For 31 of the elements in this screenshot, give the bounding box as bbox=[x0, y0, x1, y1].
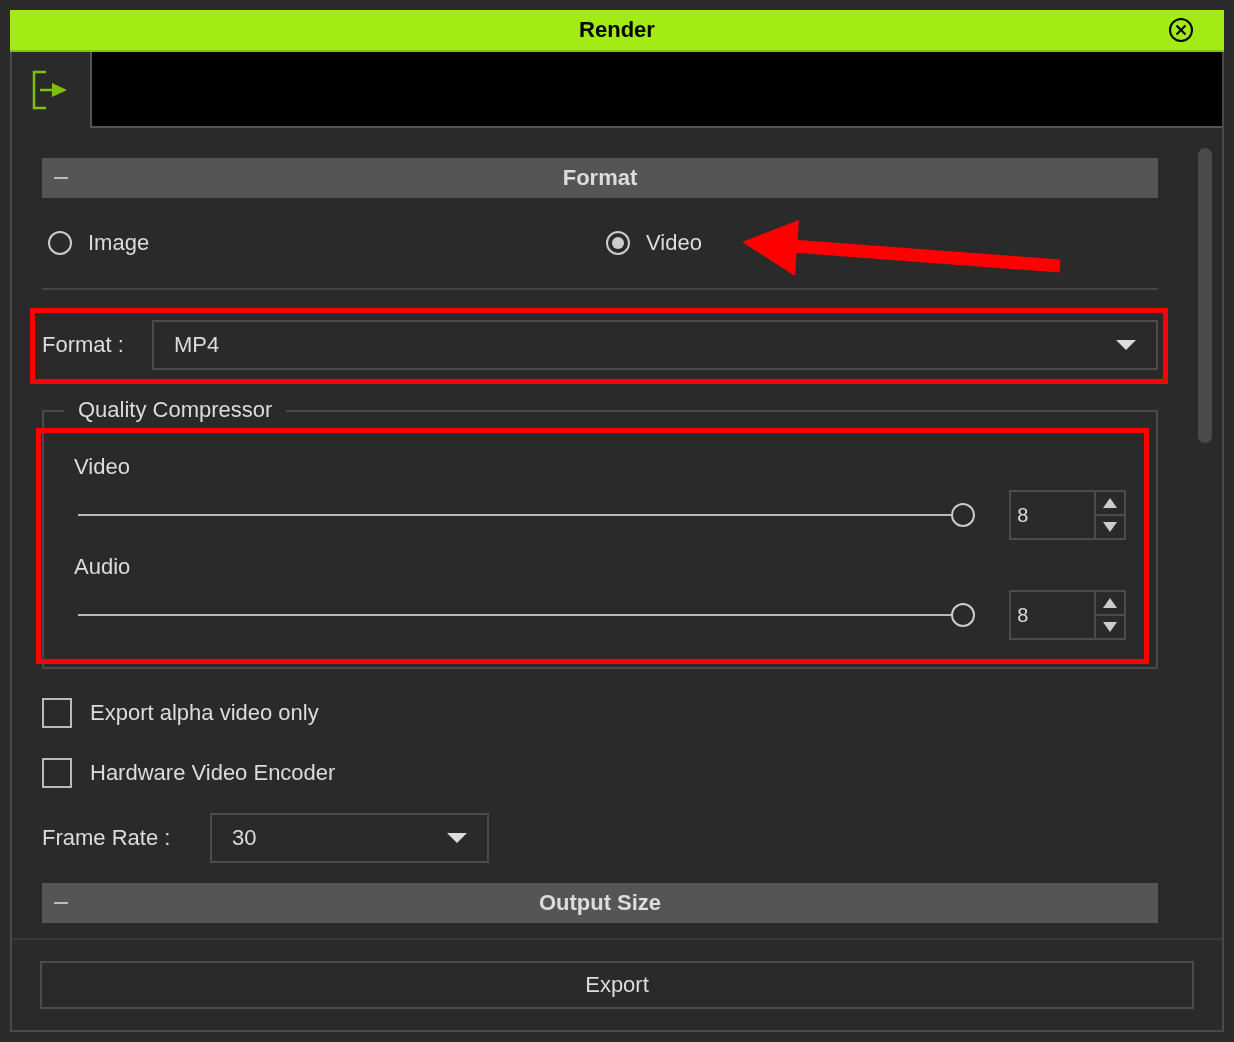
section-header[interactable]: Output Size bbox=[42, 883, 1158, 923]
caret-icon[interactable] bbox=[1116, 340, 1136, 350]
slider-label: Video bbox=[74, 454, 131, 481]
slider-label: Audio bbox=[74, 554, 132, 581]
radio-label[interactable]: Video bbox=[646, 230, 702, 256]
number-spinner[interactable]: 8 bbox=[1009, 590, 1126, 640]
section-header[interactable]: Format bbox=[42, 158, 1158, 198]
checkbox-label[interactable]: Export alpha video only bbox=[90, 700, 319, 726]
checkbox[interactable] bbox=[42, 698, 72, 728]
slider-track[interactable] bbox=[78, 503, 976, 527]
checkbox-label[interactable]: Hardware Video Encoder bbox=[90, 760, 336, 786]
dropdown[interactable]: 30 bbox=[210, 813, 489, 863]
checkbox[interactable] bbox=[42, 758, 72, 788]
export-button[interactable]: Export bbox=[40, 961, 1194, 1009]
close-icon[interactable] bbox=[1168, 17, 1194, 43]
dropdown[interactable]: MP4 bbox=[152, 320, 1158, 370]
scrollbar-thumb[interactable] bbox=[1198, 148, 1212, 443]
field-label: Format : bbox=[42, 332, 125, 358]
field-label: Frame Rate : bbox=[42, 825, 172, 851]
radio-label[interactable]: Image bbox=[88, 230, 150, 256]
number-spinner[interactable]: 8 bbox=[1009, 490, 1126, 540]
radio-button[interactable] bbox=[48, 231, 72, 255]
section-title: Format bbox=[562, 165, 638, 191]
export-arrow-icon[interactable] bbox=[32, 70, 68, 110]
section-title: Output Size bbox=[538, 890, 662, 916]
slider-thumb[interactable] bbox=[951, 603, 976, 627]
radio-button[interactable] bbox=[606, 231, 630, 255]
caret-icon[interactable] bbox=[447, 833, 467, 843]
window-title: Render bbox=[579, 17, 655, 43]
slider-track[interactable] bbox=[78, 603, 976, 627]
slider-thumb[interactable] bbox=[951, 503, 976, 527]
